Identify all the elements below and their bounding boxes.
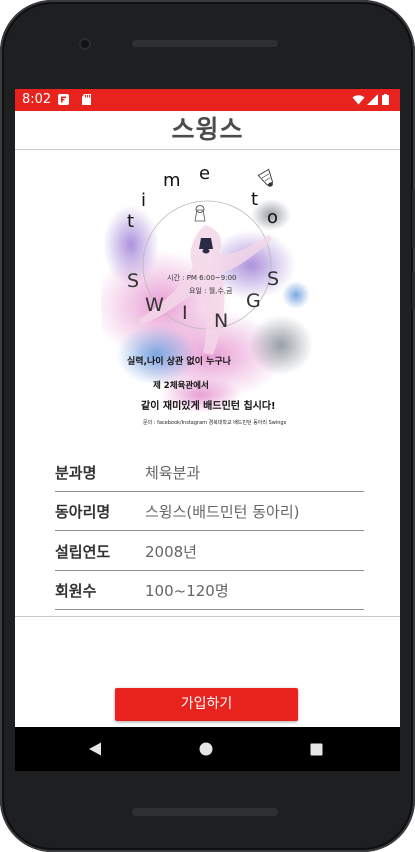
- poster-letter-t: t: [127, 211, 135, 232]
- info-label-club-name: 동아리명: [55, 503, 111, 521]
- screen: 8:02 스윙스 t i m e t o S W I N G S 시간: PM…: [15, 89, 400, 771]
- poster-letter-s: S: [127, 270, 140, 292]
- speaker-grille: [132, 40, 278, 47]
- poster-letter-s2: S: [267, 268, 280, 290]
- front-camera: [81, 40, 89, 48]
- content-divider: [15, 616, 400, 617]
- wifi-icon: [352, 95, 365, 105]
- poster-letter-w: W: [145, 294, 164, 316]
- signal-icon: [367, 94, 378, 105]
- info-row-club-name: 동아리명 스윙스(배드민턴 동아리): [55, 492, 364, 531]
- phone-frame: 8:02 스윙스 t i m e t o S W I N G S 시간: PM…: [0, 0, 415, 852]
- poster-schedule-time: 시간 : PM 6:00~9:00: [167, 274, 237, 282]
- poster-letter-o: o: [267, 207, 279, 228]
- join-button[interactable]: 가입하기: [115, 688, 298, 721]
- back-triangle-icon[interactable]: [88, 742, 102, 756]
- page-title: 스윙스: [171, 115, 244, 144]
- info-label-division: 분과명: [55, 464, 97, 482]
- poster-letter-i2: I: [182, 302, 188, 324]
- title-divider: [15, 149, 400, 150]
- poster-letter-m: m: [163, 170, 181, 191]
- poster-schedule-days: 요일 : 월,수,금: [189, 287, 233, 295]
- poster-letter-n: N: [214, 310, 229, 332]
- info-label-members: 회원수: [55, 582, 97, 600]
- poster-letter-t2: t: [251, 189, 259, 210]
- phone-chin-bar: [132, 808, 278, 816]
- sd-card-icon: [82, 94, 91, 105]
- club-poster: t i m e t o S W I N G S 시간 : PM 6:00~9:0…: [101, 155, 314, 430]
- app-notification-icon: [58, 94, 69, 105]
- status-bar: 8:02: [15, 89, 400, 111]
- battery-icon: [382, 94, 389, 105]
- poster-slogan-3: 같이 재미있게 배드민턴 칩시다!: [141, 401, 276, 412]
- info-row-members: 회원수 100~120명: [55, 571, 364, 610]
- poster-letter-g: G: [246, 290, 261, 312]
- recents-square-icon[interactable]: [310, 743, 323, 756]
- poster-letter-i: i: [141, 190, 147, 211]
- navigation-bar: [15, 727, 400, 771]
- info-value-founded: 2008년: [145, 543, 197, 561]
- info-value-club-name: 스윙스(배드민턴 동아리): [145, 503, 300, 521]
- home-circle-icon[interactable]: [199, 742, 213, 756]
- poster-slogan-2: 제 2체육관에서: [153, 381, 209, 391]
- info-value-division: 체육분과: [145, 464, 201, 482]
- poster-letter-e: e: [199, 163, 211, 184]
- status-time: 8:02: [22, 92, 52, 107]
- info-row-founded: 설립연도 2008년: [55, 532, 364, 571]
- info-value-members: 100~120명: [145, 582, 229, 600]
- info-label-founded: 설립연도: [55, 543, 111, 561]
- info-row-division: 분과명 체육분과: [55, 453, 364, 492]
- poster-contact: 문의 : facebook/Instagram 경북대학교 배드민턴 동아리 S…: [143, 420, 287, 426]
- poster-slogan-1: 실력,나이 상관 없이 누구나: [127, 357, 231, 367]
